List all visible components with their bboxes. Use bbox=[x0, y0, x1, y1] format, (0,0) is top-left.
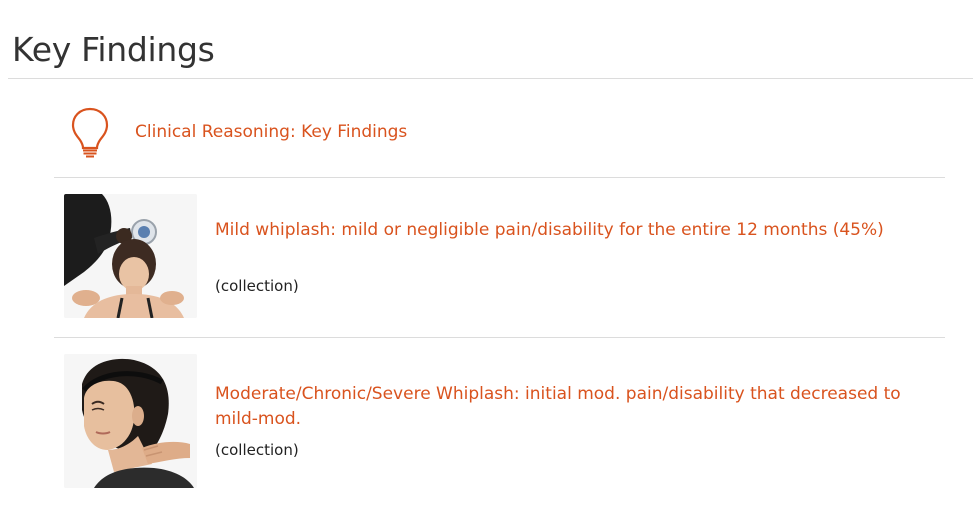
page-title: Key Findings bbox=[12, 30, 215, 69]
clinical-reasoning-link[interactable]: Clinical Reasoning: Key Findings bbox=[135, 120, 407, 144]
row-divider bbox=[54, 337, 945, 338]
item-title-link[interactable]: Mild whiplash: mild or negligible pain/d… bbox=[215, 218, 905, 243]
item-type-label: (collection) bbox=[215, 277, 299, 295]
row-divider bbox=[54, 177, 945, 178]
key-findings-page: Key Findings Clinical Reasoning: Key Fin… bbox=[0, 0, 973, 518]
title-divider bbox=[8, 78, 973, 79]
neck-pain-photo[interactable] bbox=[64, 354, 197, 488]
item-type-label: (collection) bbox=[215, 441, 299, 459]
list-item[interactable]: Mild whiplash: mild or negligible pain/d… bbox=[64, 194, 934, 320]
list-item[interactable]: Moderate/Chronic/Severe Whiplash: initia… bbox=[64, 354, 934, 488]
item-title-link[interactable]: Moderate/Chronic/Severe Whiplash: initia… bbox=[215, 382, 905, 432]
clinical-reasoning-row[interactable]: Clinical Reasoning: Key Findings bbox=[54, 94, 946, 178]
lightbulb-icon bbox=[71, 107, 109, 158]
neck-exam-photo[interactable] bbox=[64, 194, 197, 318]
